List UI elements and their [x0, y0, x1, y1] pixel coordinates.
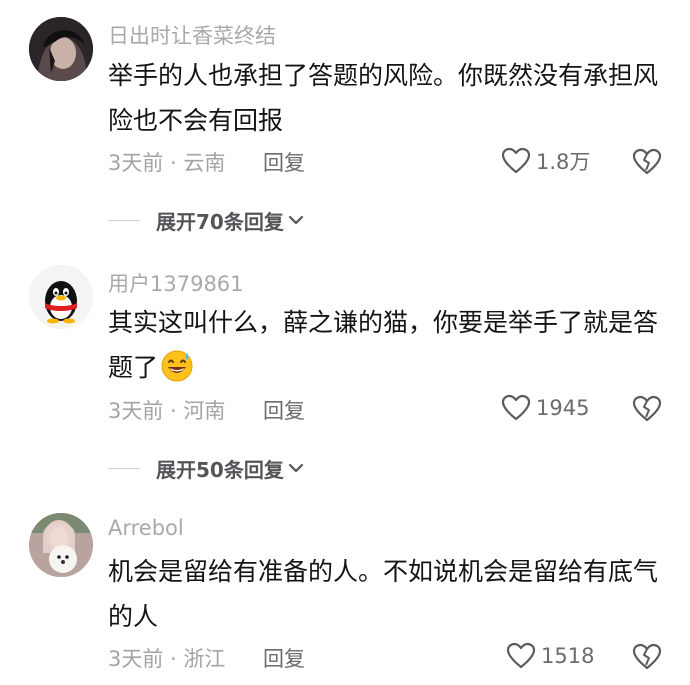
heart-icon	[506, 642, 536, 669]
reply-button[interactable]: 回复	[263, 643, 305, 673]
comment-item: Arrebol 机会是留给有准备的人。不如说机会是留给有底气的人 3天前 · 浙…	[0, 0, 690, 685]
dislike-button[interactable]	[632, 641, 662, 671]
username[interactable]: Arrebol	[108, 516, 184, 540]
girl-with-dog-avatar-icon	[29, 513, 93, 577]
avatar[interactable]	[29, 513, 93, 577]
like-button[interactable]: 1518	[506, 641, 594, 671]
like-count: 1518	[541, 644, 595, 668]
broken-heart-icon	[632, 643, 662, 670]
comment-meta: 3天前 · 浙江 回复	[108, 643, 305, 673]
comment-text: 机会是留给有准备的人。不如说机会是留给有底气的人	[108, 557, 659, 631]
time-location: 3天前 · 浙江	[108, 647, 226, 671]
